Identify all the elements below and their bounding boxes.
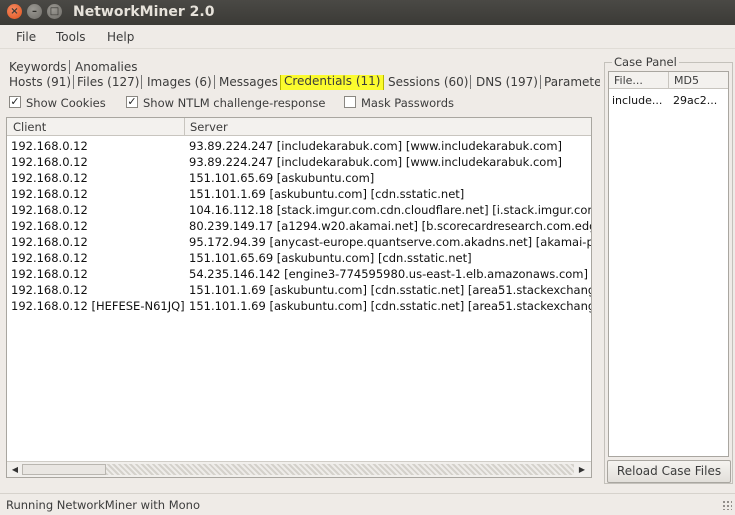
client-cell: 192.168.0.12 [HEFESE-N61JQ] bbox=[11, 299, 185, 313]
show-cookies-label: Show Cookies bbox=[26, 96, 106, 110]
show-ntlm-label: Show NTLM challenge-response bbox=[143, 96, 326, 110]
client-cell: 192.168.0.12 bbox=[11, 251, 88, 265]
credential-row[interactable]: 192.168.0.12 151.101.1.69 [askubuntu.com… bbox=[7, 186, 591, 202]
client-cell: 192.168.0.12 bbox=[11, 139, 88, 153]
mask-passwords-label: Mask Passwords bbox=[361, 96, 454, 110]
tab-images[interactable]: Images (6) bbox=[145, 75, 215, 89]
client-cell: 192.168.0.12 bbox=[11, 235, 88, 249]
server-cell: 151.101.65.69 [askubuntu.com] [cdn.sstat… bbox=[189, 251, 472, 265]
close-window-button[interactable]: × bbox=[7, 4, 22, 19]
server-cell: 80.239.149.17 [a1294.w20.akamai.net] [b.… bbox=[189, 219, 592, 233]
horizontal-scrollbar[interactable]: ◀ ▶ bbox=[7, 461, 591, 477]
status-text: Running NetworkMiner with Mono bbox=[6, 498, 200, 512]
credential-row[interactable]: 192.168.0.12 151.101.65.69 [askubuntu.co… bbox=[7, 170, 591, 186]
server-cell: 54.235.146.142 [engine3-774595980.us-eas… bbox=[189, 267, 592, 281]
maximize-window-button[interactable]: □ bbox=[47, 4, 62, 19]
client-cell: 192.168.0.12 bbox=[11, 187, 88, 201]
tab-hosts[interactable]: Hosts (91) bbox=[7, 75, 75, 89]
scroll-left-icon[interactable]: ◀ bbox=[8, 463, 22, 477]
column-header-server[interactable]: Server bbox=[185, 118, 591, 136]
tab-sessions[interactable]: Sessions (60) bbox=[386, 75, 472, 89]
server-cell: 104.16.112.18 [stack.imgur.com.cdn.cloud… bbox=[189, 203, 592, 217]
title-bar: × – □ NetworkMiner 2.0 bbox=[0, 0, 735, 25]
server-cell: 95.172.94.39 [anycast-europe.quantserve.… bbox=[189, 235, 592, 249]
menu-bar: File Tools Help bbox=[0, 25, 735, 49]
menu-file[interactable]: File bbox=[16, 30, 36, 44]
show-cookies-checkbox[interactable]: ✓ bbox=[9, 96, 21, 108]
menu-tools[interactable]: Tools bbox=[56, 30, 86, 44]
server-cell: 151.101.1.69 [askubuntu.com] [cdn.sstati… bbox=[189, 187, 465, 201]
client-cell: 192.168.0.12 bbox=[11, 267, 88, 281]
credential-row[interactable]: 192.168.0.12 95.172.94.39 [anycast-europ… bbox=[7, 234, 592, 250]
tab-dns[interactable]: DNS (197) bbox=[474, 75, 541, 89]
tab-keywords[interactable]: Keywords bbox=[7, 60, 70, 74]
tab-credentials[interactable]: Credentials (11) bbox=[280, 75, 385, 90]
client-cell: 192.168.0.12 bbox=[11, 283, 88, 297]
client-cell: 192.168.0.12 bbox=[11, 219, 88, 233]
credential-row[interactable]: 192.168.0.12 80.239.149.17 [a1294.w20.ak… bbox=[7, 218, 592, 234]
client-cell: 192.168.0.12 bbox=[11, 155, 88, 169]
tab-messages[interactable]: Messages bbox=[217, 75, 280, 89]
server-cell: 93.89.224.247 [includekarabuk.com] [www.… bbox=[189, 139, 563, 153]
mask-passwords-checkbox[interactable] bbox=[344, 96, 356, 108]
case-panel-title: Case Panel bbox=[612, 55, 679, 69]
tab-anomalies[interactable]: Anomalies bbox=[73, 60, 140, 74]
case-file-row[interactable]: include... 29ac2... bbox=[609, 93, 728, 109]
show-ntlm-checkbox[interactable]: ✓ bbox=[126, 96, 138, 108]
column-header-md5[interactable]: MD5 bbox=[669, 72, 728, 89]
credential-row[interactable]: 192.168.0.12 93.89.224.247 [includekarab… bbox=[7, 154, 591, 170]
server-cell: 151.101.1.69 [askubuntu.com] [cdn.sstati… bbox=[189, 299, 592, 313]
credentials-list[interactable]: Client Server 192.168.0.12 93.89.224.247… bbox=[6, 117, 592, 478]
scrollbar-track[interactable] bbox=[106, 464, 574, 475]
client-cell: 192.168.0.12 bbox=[11, 171, 88, 185]
case-file-name: include... bbox=[612, 94, 663, 107]
credential-row[interactable]: 192.168.0.12 151.101.1.69 [askubuntu.com… bbox=[7, 282, 592, 298]
credential-row[interactable]: 192.168.0.12 54.235.146.142 [engine3-774… bbox=[7, 266, 592, 282]
scrollbar-thumb[interactable] bbox=[22, 464, 106, 475]
column-header-client[interactable]: Client bbox=[7, 118, 185, 136]
credential-row[interactable]: 192.168.0.12 104.16.112.18 [stack.imgur.… bbox=[7, 202, 592, 218]
credential-row[interactable]: 192.168.0.12 151.101.65.69 [askubuntu.co… bbox=[7, 250, 591, 266]
credential-row[interactable]: 192.168.0.12 93.89.224.247 [includekarab… bbox=[7, 138, 591, 154]
window-title: NetworkMiner 2.0 bbox=[73, 4, 215, 20]
tab-parameters[interactable]: Paramete bbox=[542, 75, 600, 89]
server-cell: 151.101.65.69 [askubuntu.com] bbox=[189, 171, 375, 185]
reload-case-files-button[interactable]: Reload Case Files bbox=[607, 460, 731, 483]
client-cell: 192.168.0.12 bbox=[11, 203, 88, 217]
case-file-md5: 29ac2... bbox=[673, 94, 718, 107]
credential-row[interactable]: 192.168.0.12 [HEFESE-N61JQ] 151.101.1.69… bbox=[7, 298, 592, 314]
scroll-right-icon[interactable]: ▶ bbox=[575, 463, 589, 477]
column-header-file[interactable]: File... bbox=[609, 72, 669, 89]
case-files-list[interactable]: File... MD5 include... 29ac2... bbox=[608, 71, 729, 457]
resize-grip-icon[interactable] bbox=[722, 500, 732, 510]
minimize-window-button[interactable]: – bbox=[27, 4, 42, 19]
server-cell: 93.89.224.247 [includekarabuk.com] [www.… bbox=[189, 155, 563, 169]
server-cell: 151.101.1.69 [askubuntu.com] [cdn.sstati… bbox=[189, 283, 592, 297]
menu-help[interactable]: Help bbox=[107, 30, 134, 44]
tab-files[interactable]: Files (127) bbox=[75, 75, 143, 89]
status-bar: Running NetworkMiner with Mono bbox=[0, 493, 735, 515]
tab-row-lower: Hosts (91) Files (127) Images (6) Messag… bbox=[0, 75, 600, 90]
